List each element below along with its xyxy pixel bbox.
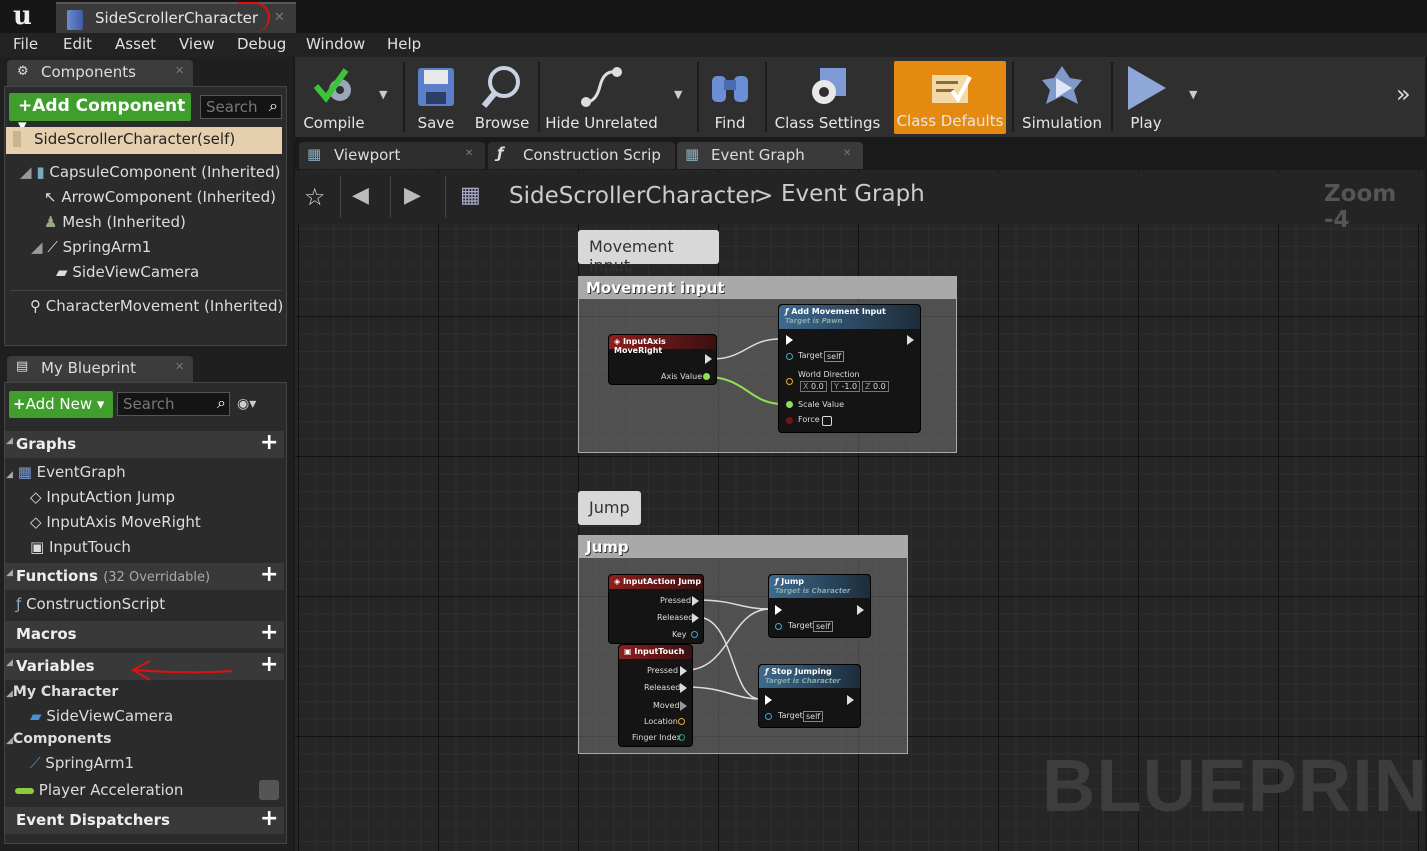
pin-label: Target: [788, 621, 813, 630]
pin-label: Moved: [653, 701, 680, 710]
struct-out-pin[interactable]: [691, 631, 698, 638]
exec-out-pin[interactable]: [705, 354, 712, 364]
node-title: InputTouch: [634, 647, 685, 656]
float-in-pin[interactable]: [786, 401, 793, 408]
object-in-pin[interactable]: [775, 623, 782, 630]
pin-default-value: self: [813, 621, 834, 632]
wires: [685, 338, 783, 700]
node-title: Jump: [781, 577, 805, 586]
pin-label: Released: [657, 613, 694, 622]
object-in-pin[interactable]: [765, 713, 772, 720]
float-out-pin[interactable]: [703, 373, 710, 380]
axis-letter: Y: [834, 382, 839, 391]
node-subtitle: Target is Character: [765, 677, 841, 685]
node-inputaction-jump[interactable]: ◈ InputAction Jump Pressed Released Key: [608, 574, 704, 644]
pin-label: Target: [798, 351, 823, 360]
node-title: Add Movement Input: [791, 307, 886, 316]
pin-label: Key: [672, 630, 687, 639]
vector-z-field[interactable]: Z 0.0: [862, 381, 889, 392]
vector-z-value: 0.0: [873, 382, 886, 391]
exec-out-pin[interactable]: [692, 613, 699, 623]
axis-letter: X: [803, 382, 809, 391]
pin-label: Pressed: [660, 596, 692, 605]
node-header: ƒ Jump Target is Character: [769, 575, 870, 598]
axis-letter: Z: [865, 382, 871, 391]
node-jump[interactable]: ƒ Jump Target is Character Target self: [768, 574, 871, 638]
object-in-pin[interactable]: [786, 353, 793, 360]
node-header: ▣ InputTouch: [619, 645, 692, 659]
pin-label: Finger Index: [632, 733, 682, 742]
node-title: InputAction Jump: [622, 577, 702, 586]
pin-label: Scale Value: [798, 400, 845, 409]
exec-wire: [696, 616, 761, 700]
vector-x-value: 0.0: [811, 382, 824, 391]
vector-in-pin[interactable]: [786, 378, 793, 385]
node-inputtouch[interactable]: ▣ InputTouch Pressed Released Moved Loca…: [618, 644, 693, 747]
exec-out-pin[interactable]: [857, 605, 864, 615]
pin-label: World Direction: [798, 370, 860, 379]
vector-y-value: -1.0: [841, 382, 858, 391]
node-header: ƒ Add Movement Input Target is Pawn: [779, 305, 920, 329]
node-add-movement-input[interactable]: ƒ Add Movement Input Target is Pawn Targe…: [778, 304, 921, 433]
exec-in-pin[interactable]: [765, 695, 772, 705]
node-header: ◈ InputAction Jump: [609, 575, 703, 589]
bool-in-pin[interactable]: [786, 417, 793, 424]
exec-out-pin[interactable]: [680, 683, 687, 693]
vector-out-pin[interactable]: [678, 718, 685, 725]
exec-wire: [696, 599, 771, 610]
node-header: ƒ Stop Jumping Target is Character: [759, 665, 860, 688]
pin-label: Pressed: [647, 666, 679, 675]
exec-out-pin[interactable]: [680, 666, 687, 676]
node-subtitle: Target is Pawn: [785, 317, 843, 325]
pin-default-value: self: [824, 351, 845, 362]
node-title: InputAxis MoveRight: [614, 337, 666, 355]
exec-in-pin[interactable]: [786, 335, 793, 345]
pin-default-value: self: [803, 711, 824, 722]
exec-wire: [711, 338, 781, 360]
exec-out-pin[interactable]: [692, 596, 699, 606]
exec-out-pin[interactable]: [847, 695, 854, 705]
blueprint-watermark: BLUEPRINT: [1042, 744, 1427, 827]
exec-wire: [685, 686, 761, 700]
pin-label: Released: [644, 683, 681, 692]
exec-in-pin[interactable]: [775, 605, 782, 615]
pin-label: Location: [644, 717, 678, 726]
node-stop-jumping[interactable]: ƒ Stop Jumping Target is Character Target…: [758, 664, 861, 728]
enum-out-pin[interactable]: [678, 734, 685, 741]
node-title: Stop Jumping: [771, 667, 832, 676]
pin-label: Axis Value: [661, 372, 703, 381]
force-checkbox[interactable]: [822, 416, 832, 426]
node-header: ◈ InputAxis MoveRight: [609, 335, 716, 355]
node-subtitle: Target is Character: [775, 587, 851, 595]
exec-out-pin[interactable]: [680, 701, 687, 711]
pin-label: Force: [798, 415, 820, 424]
vector-y-field[interactable]: Y -1.0: [831, 381, 861, 392]
float-wire: [706, 376, 783, 405]
pin-label: Target: [778, 711, 803, 720]
vector-x-field[interactable]: X 0.0: [800, 381, 827, 392]
node-inputaxis-moveright[interactable]: ◈ InputAxis MoveRight Axis Value: [608, 334, 717, 385]
exec-out-pin[interactable]: [907, 335, 914, 345]
